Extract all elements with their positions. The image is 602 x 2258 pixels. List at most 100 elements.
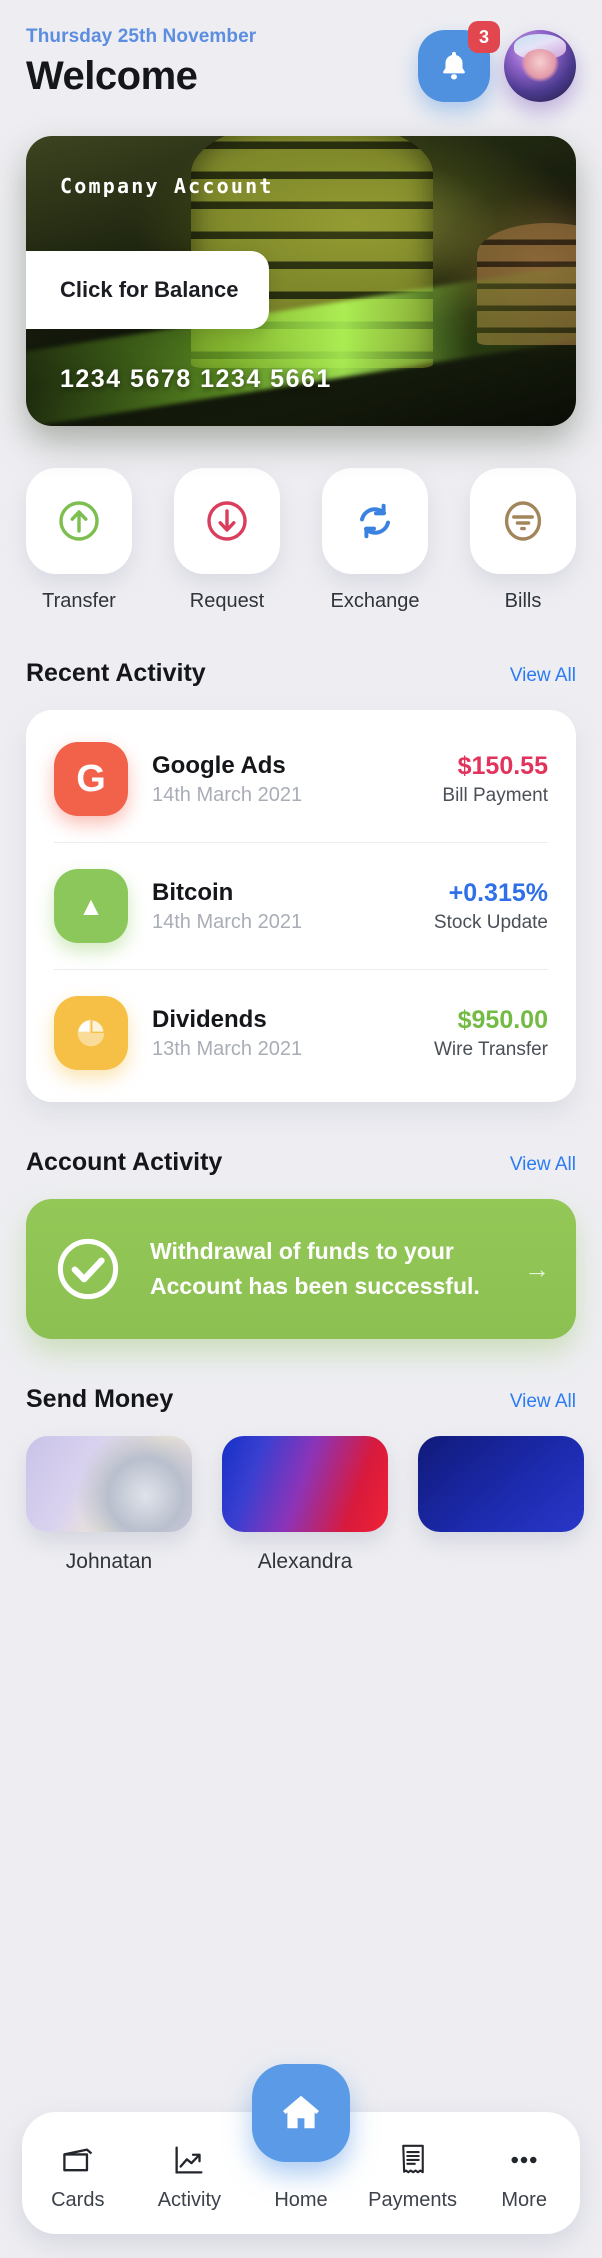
banner-message: Withdrawal of funds to your Account has … bbox=[150, 1234, 498, 1304]
quick-action-request[interactable]: Request bbox=[174, 468, 280, 613]
activity-info: Google Ads 14th March 2021 bbox=[128, 752, 442, 807]
contact-card[interactable]: Johnatan bbox=[26, 1436, 192, 1574]
activity-amount-block: $950.00 Wire Transfer bbox=[434, 1006, 548, 1061]
activity-row[interactable]: ▲ Bitcoin 14th March 2021 +0.315% Stock … bbox=[54, 842, 548, 969]
activity-type: Wire Transfer bbox=[433, 1038, 548, 1060]
recent-activity-view-all[interactable]: View All bbox=[510, 665, 576, 687]
banner-line-1: Withdrawal of funds to your bbox=[150, 1238, 454, 1265]
ellipsis-icon bbox=[511, 2156, 537, 2164]
page-header: Thursday 25th November Welcome 3 bbox=[0, 0, 602, 102]
quick-action-label: Bills bbox=[504, 590, 542, 612]
section-title: Recent Activity bbox=[26, 659, 206, 687]
recent-activity-header: Recent Activity View All bbox=[0, 613, 602, 688]
quick-action-exchange[interactable]: Exchange bbox=[322, 468, 428, 613]
quick-action-bills[interactable]: Bills bbox=[470, 468, 576, 613]
header-actions: 3 bbox=[418, 21, 576, 102]
mobile-banking-screen: Thursday 25th November Welcome 3 Company… bbox=[0, 0, 602, 2258]
activity-amount-block: +0.315% Stock Update bbox=[434, 879, 548, 934]
nav-item-home[interactable] bbox=[252, 2064, 350, 2162]
activity-amount: $950.00 bbox=[457, 1005, 548, 1034]
nav-label: Payments bbox=[368, 2189, 458, 2211]
nav-label: Activity bbox=[157, 2189, 222, 2211]
show-balance-button[interactable]: Click for Balance bbox=[26, 251, 269, 329]
greeting-block: Thursday 25th November Welcome bbox=[26, 26, 256, 99]
contact-card[interactable]: Alexandra bbox=[222, 1436, 388, 1574]
send-money-header: Send Money View All bbox=[0, 1339, 602, 1414]
activity-type: Stock Update bbox=[433, 911, 548, 933]
recent-activity-list: G Google Ads 14th March 2021 $150.55 Bil… bbox=[26, 710, 576, 1102]
exchange-tile[interactable] bbox=[322, 468, 428, 574]
activity-row[interactable]: G Google Ads 14th March 2021 $150.55 Bil… bbox=[54, 716, 548, 842]
activity-date: 13th March 2021 bbox=[152, 1037, 303, 1060]
section-title: Send Money bbox=[26, 1385, 174, 1413]
activity-info: Bitcoin 14th March 2021 bbox=[128, 879, 434, 934]
activity-name: Bitcoin bbox=[152, 878, 234, 906]
trending-chart-icon bbox=[175, 2146, 203, 2174]
bank-card[interactable]: Company Account Click for Balance 1234 5… bbox=[26, 136, 576, 426]
account-label: Company Account bbox=[60, 174, 274, 198]
arrow-right-icon[interactable]: → bbox=[524, 1254, 550, 1285]
nav-label: More bbox=[501, 2189, 547, 2211]
activity-row[interactable]: Dividends 13th March 2021 $950.00 Wire T… bbox=[54, 969, 548, 1096]
blue-photo bbox=[418, 1436, 584, 1532]
bank-card-section: Company Account Click for Balance 1234 5… bbox=[26, 136, 576, 426]
contact-name: Johnatan bbox=[65, 1550, 153, 1573]
money-bills-photo bbox=[26, 1436, 192, 1532]
page-title: Welcome bbox=[26, 54, 198, 98]
home-icon bbox=[283, 2095, 319, 2129]
current-date: Thursday 25th November bbox=[26, 26, 257, 47]
quick-action-label: Transfer bbox=[42, 590, 116, 612]
activity-amount: $150.55 bbox=[457, 751, 548, 780]
nav-item-cards[interactable]: Cards bbox=[22, 2143, 134, 2234]
contacts-carousel[interactable]: Johnatan Alexandra bbox=[0, 1414, 602, 1574]
avatar[interactable] bbox=[504, 30, 576, 102]
activity-name: Google Ads bbox=[152, 751, 286, 779]
woman-neon-photo bbox=[222, 1436, 388, 1532]
wallet-icon bbox=[63, 2148, 92, 2172]
section-title: Account Activity bbox=[26, 1148, 223, 1176]
pie-chart-icon bbox=[54, 996, 128, 1070]
bills-tile[interactable] bbox=[470, 468, 576, 574]
pie-chart-glyph bbox=[77, 1019, 105, 1047]
triangle-up-icon: ▲ bbox=[54, 869, 128, 943]
activity-amount: +0.315% bbox=[448, 878, 548, 907]
transfer-tile[interactable] bbox=[26, 468, 132, 574]
activity-name: Dividends bbox=[152, 1005, 267, 1033]
card-number: 1234 5678 1234 5661 bbox=[60, 365, 332, 393]
activity-info: Dividends 13th March 2021 bbox=[128, 1006, 434, 1061]
nav-item-activity[interactable]: Activity bbox=[134, 2143, 246, 2234]
activity-type: Bill Payment bbox=[442, 784, 548, 806]
bills-filter-circle-icon bbox=[504, 501, 542, 541]
activity-amount-block: $150.55 Bill Payment bbox=[442, 752, 548, 807]
activity-date: 14th March 2021 bbox=[152, 783, 303, 806]
quick-action-transfer[interactable]: Transfer bbox=[26, 468, 132, 613]
contact-name: Alexandra bbox=[257, 1550, 353, 1573]
activity-icon-glyph: ▲ bbox=[78, 890, 104, 921]
google-g-icon: G bbox=[54, 742, 128, 816]
request-tile[interactable] bbox=[174, 468, 280, 574]
banner-line-2: Account has been successful. bbox=[150, 1273, 480, 1299]
nav-item-payments[interactable]: Payments bbox=[357, 2141, 469, 2234]
activity-date: 14th March 2021 bbox=[152, 910, 303, 933]
contact-card[interactable] bbox=[418, 1436, 584, 1574]
nav-label-home: Home bbox=[274, 2189, 328, 2211]
success-banner[interactable]: Withdrawal of funds to your Account has … bbox=[26, 1199, 576, 1339]
quick-action-label: Exchange bbox=[330, 590, 420, 612]
nav-item-more[interactable]: More bbox=[468, 2143, 580, 2234]
arrow-down-circle-icon bbox=[207, 501, 247, 541]
bottom-navigation: Cards Activity Home Payments bbox=[0, 2064, 602, 2258]
account-activity-header: Account Activity View All bbox=[0, 1102, 602, 1177]
refresh-exchange-icon bbox=[360, 503, 390, 539]
activity-icon-glyph: G bbox=[76, 757, 106, 800]
notifications-button[interactable]: 3 bbox=[418, 21, 500, 102]
send-money-view-all[interactable]: View All bbox=[510, 1391, 576, 1413]
quick-actions: Transfer Request Exchange Bills bbox=[0, 426, 602, 613]
quick-action-label: Request bbox=[189, 590, 265, 612]
receipt-icon bbox=[401, 2144, 424, 2174]
bell-icon bbox=[443, 51, 465, 80]
account-activity-view-all[interactable]: View All bbox=[510, 1154, 576, 1176]
notification-badge: 3 bbox=[468, 21, 500, 53]
nav-label: Cards bbox=[51, 2189, 105, 2211]
arrow-up-circle-icon bbox=[59, 501, 99, 541]
check-circle-icon bbox=[57, 1238, 119, 1300]
